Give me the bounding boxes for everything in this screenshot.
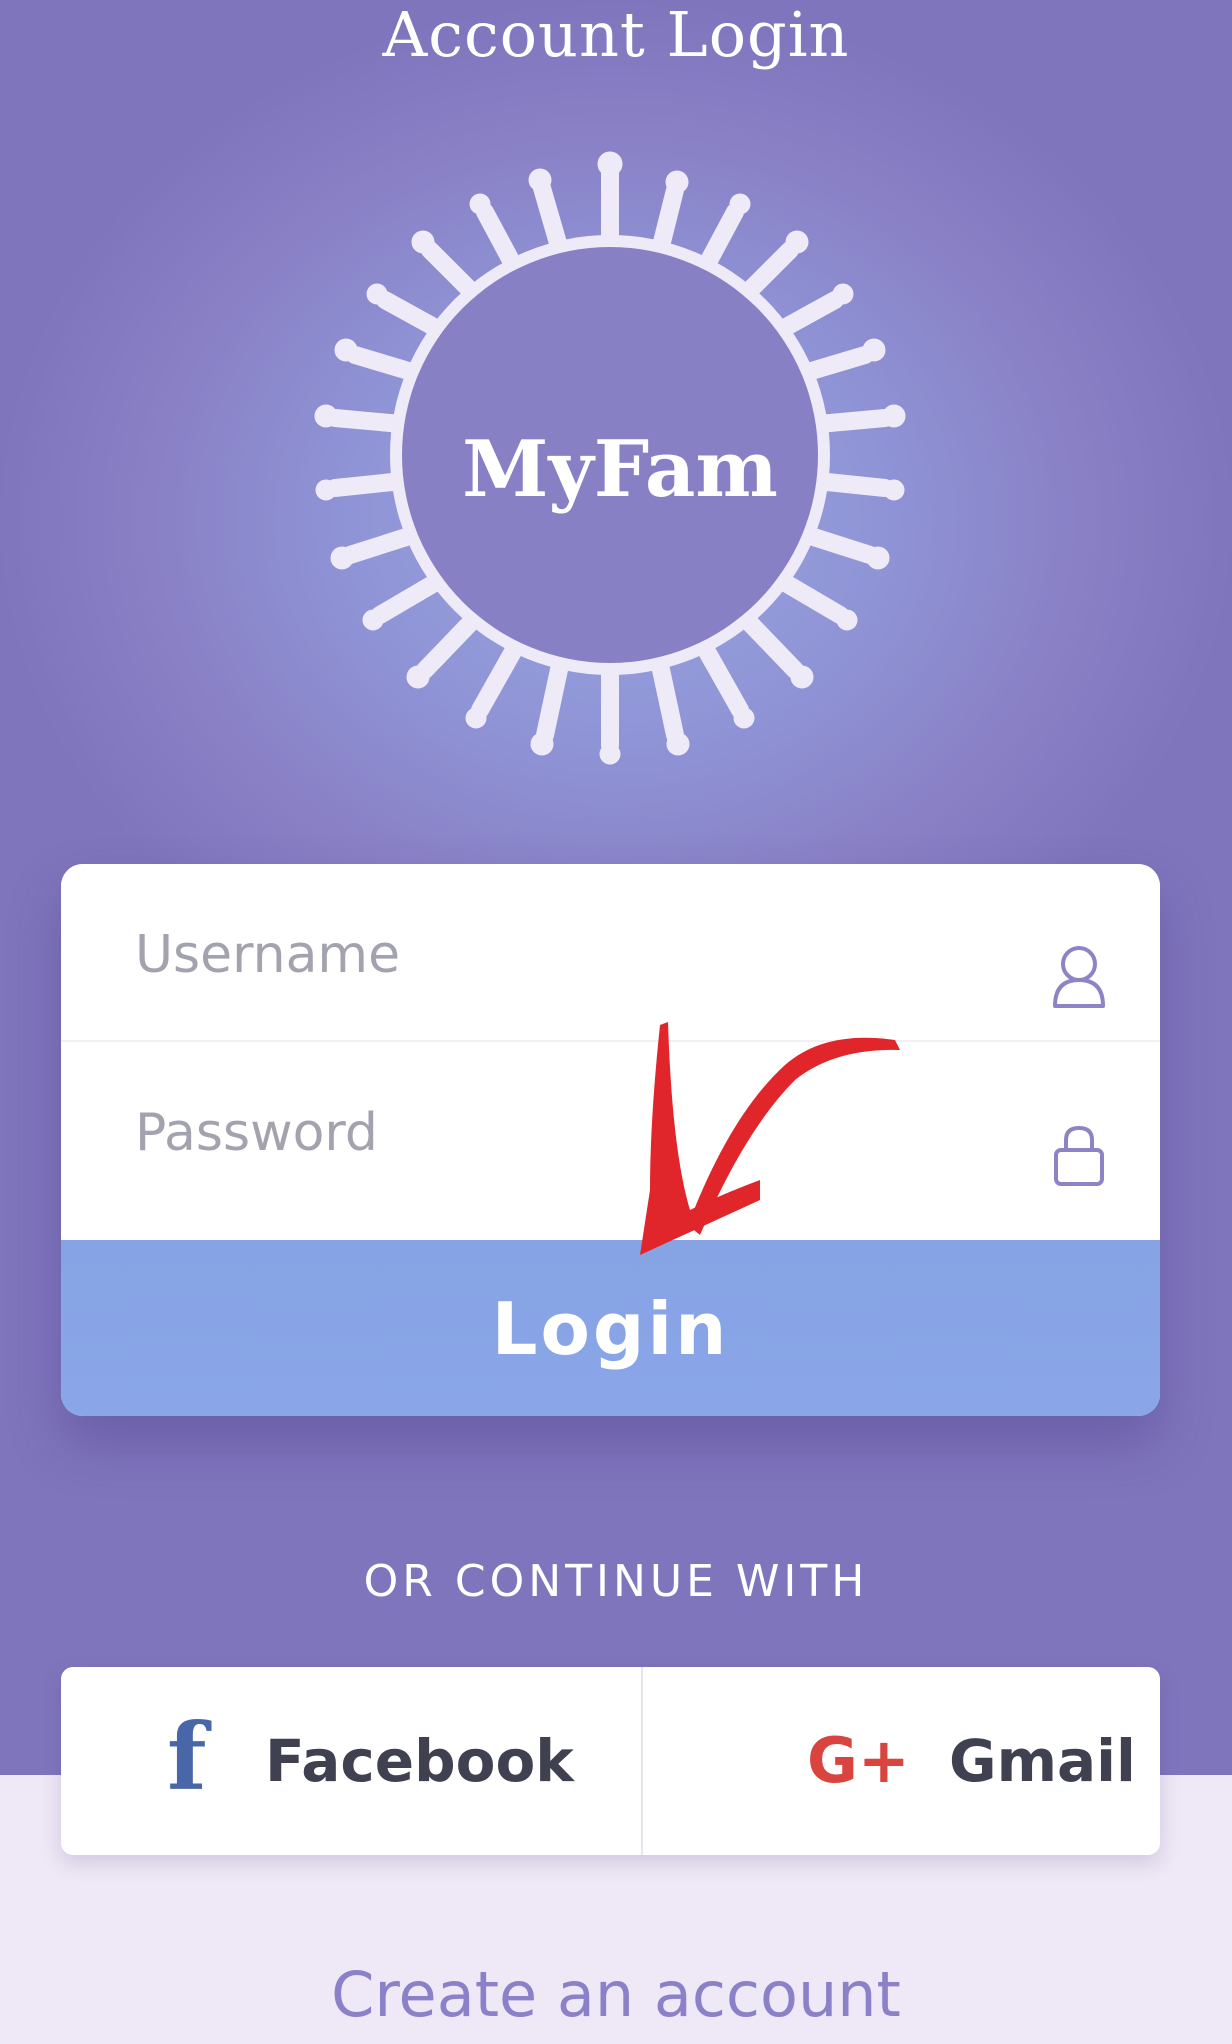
create-account-link[interactable]: Create an account <box>0 1955 1232 2035</box>
facebook-login-button[interactable]: f Facebook <box>61 1667 643 1855</box>
password-field <box>61 1042 1160 1218</box>
page-title: Account Login <box>382 0 850 71</box>
gmail-label: Gmail <box>949 1727 1136 1795</box>
password-input[interactable] <box>133 1092 1017 1174</box>
username-field <box>61 864 1160 1042</box>
facebook-icon: f <box>167 1703 207 1811</box>
lock-icon <box>1054 1125 1104 1186</box>
gmail-login-button[interactable]: G+ Gmail <box>643 1667 1160 1855</box>
google-plus-icon: G+ <box>807 1724 910 1797</box>
user-icon <box>1053 946 1105 1008</box>
username-input[interactable] <box>133 914 1017 996</box>
login-card: Login <box>61 864 1160 1416</box>
login-button[interactable]: Login <box>61 1240 1160 1416</box>
facebook-label: Facebook <box>265 1727 574 1795</box>
or-continue-with-label: OR CONTINUE WITH <box>363 1556 869 1607</box>
app-logo-text: MyFam <box>462 424 778 515</box>
social-login-bar: f Facebook G+ Gmail <box>61 1667 1160 1855</box>
